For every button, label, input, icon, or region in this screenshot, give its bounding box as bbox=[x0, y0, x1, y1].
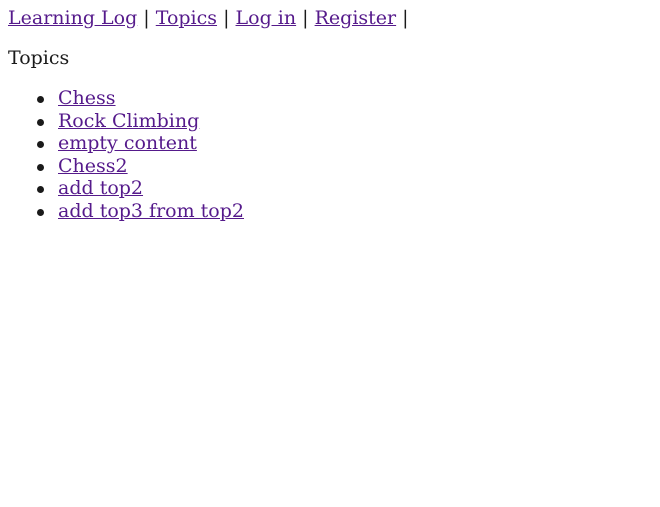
page-title: Topics bbox=[8, 47, 70, 69]
nav-separator: | bbox=[302, 7, 309, 29]
topic-link-add-top3-from-top2[interactable]: add top3 from top2 bbox=[58, 200, 244, 222]
nav-separator: | bbox=[402, 7, 409, 29]
topic-link-rock-climbing[interactable]: Rock Climbing bbox=[58, 110, 199, 132]
list-item: Rock Climbing bbox=[37, 110, 652, 133]
topics-list: Chess Rock Climbing empty content Chess2… bbox=[8, 87, 652, 222]
list-item: empty content bbox=[37, 132, 652, 155]
bullet-icon bbox=[37, 141, 44, 148]
top-nav: Learning Log | Topics | Log in | Registe… bbox=[8, 6, 652, 30]
nav-link-learning-log[interactable]: Learning Log bbox=[8, 7, 137, 29]
nav-separator: | bbox=[223, 7, 230, 29]
list-item: add top2 bbox=[37, 177, 652, 200]
list-item: add top3 from top2 bbox=[37, 200, 652, 223]
topic-link-empty-content[interactable]: empty content bbox=[58, 132, 197, 154]
bullet-icon bbox=[37, 163, 44, 171]
bullet-icon bbox=[37, 208, 44, 216]
nav-separator: | bbox=[143, 7, 150, 29]
topic-link-chess2[interactable]: Chess2 bbox=[58, 155, 128, 177]
topic-link-chess[interactable]: Chess bbox=[58, 87, 116, 109]
nav-link-log-in[interactable]: Log in bbox=[236, 7, 297, 29]
nav-link-register[interactable]: Register bbox=[315, 7, 397, 29]
list-item: Chess2 bbox=[37, 155, 652, 178]
bullet-icon bbox=[37, 118, 44, 126]
bullet-icon bbox=[37, 186, 44, 193]
list-item: Chess bbox=[37, 87, 652, 110]
bullet-icon bbox=[37, 96, 44, 103]
topic-link-add-top2[interactable]: add top2 bbox=[58, 177, 143, 199]
page: Learning Log | Topics | Log in | Registe… bbox=[0, 0, 660, 507]
nav-link-topics[interactable]: Topics bbox=[156, 7, 217, 29]
